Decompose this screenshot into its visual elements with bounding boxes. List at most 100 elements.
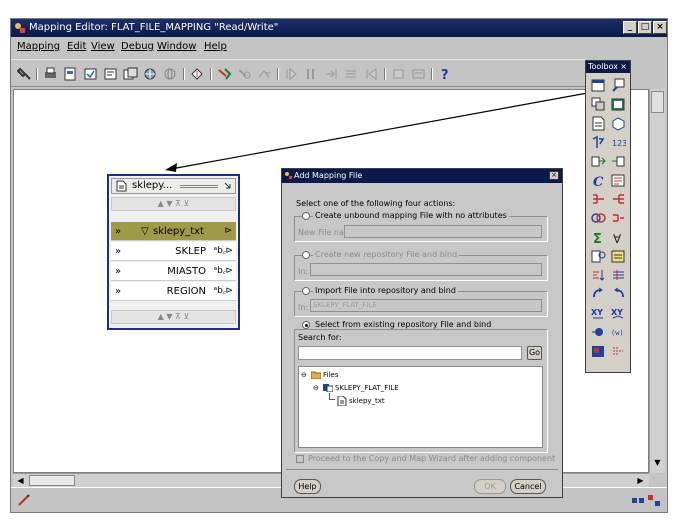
sorter-icon[interactable] (591, 268, 606, 283)
mapping-input-icon[interactable] (591, 154, 606, 169)
scroll-right-arrow-icon[interactable]: ▶ (635, 475, 646, 486)
auto-layout-icon[interactable] (217, 67, 232, 81)
operator-nav-top[interactable]: ▲ ▼ ⊼ ⊻ (111, 197, 236, 211)
proceed-checkbox[interactable] (296, 455, 304, 463)
toolbox-close-icon[interactable]: × (620, 61, 627, 73)
tree-collapse-icon[interactable]: ⊖ (301, 371, 307, 379)
tree-collapse-icon[interactable]: ⊖ (313, 384, 319, 392)
key-lookup-icon[interactable] (591, 249, 606, 264)
maximize-button[interactable]: □ (638, 21, 652, 34)
attribute-row[interactable]: » REGION ᵃb꜀ ⊳ (111, 282, 236, 301)
cancel-button[interactable]: Cancel (510, 479, 546, 494)
deploy-icon[interactable] (123, 67, 138, 81)
debug-stop-icon[interactable] (391, 67, 406, 81)
option1-radio[interactable] (302, 212, 310, 220)
match-merge-icon[interactable]: XY (611, 306, 626, 321)
file-tree[interactable]: ⊖ Files ⊖ SKLEPY_FLAT_FILE sklepy_txt (298, 366, 543, 448)
vertical-scroll-thumb[interactable] (651, 91, 664, 113)
table-operator-icon[interactable] (591, 78, 606, 93)
configure-icon[interactable] (143, 67, 158, 81)
ok-button[interactable]: OK (474, 479, 506, 494)
tree-node-files[interactable]: Files (323, 371, 338, 379)
constant-icon[interactable]: 123 (611, 135, 626, 150)
toolbar-separator (277, 68, 279, 80)
print-icon[interactable] (43, 67, 58, 81)
name-address-icon[interactable]: XY (591, 306, 606, 321)
aggregator-icon[interactable]: Σ (591, 230, 606, 245)
option4-radio[interactable] (302, 321, 310, 329)
horizontal-scroll-thumb[interactable] (29, 475, 75, 486)
scroll-down-arrow-icon[interactable]: ▼ (652, 457, 663, 469)
minimize-button[interactable]: _ (623, 21, 637, 34)
unpivot-icon[interactable] (591, 287, 606, 302)
attribute-row[interactable]: » MIASTO ᵃb꜀ ⊳ (111, 262, 236, 281)
group-collapse-icon[interactable]: ▽ (141, 222, 149, 241)
close-button[interactable]: × (653, 21, 667, 34)
joiner-icon[interactable] (591, 192, 606, 207)
sequence-icon[interactable] (591, 135, 606, 150)
menu-window[interactable]: Window (157, 41, 196, 52)
globe-icon[interactable] (163, 67, 178, 81)
validate-icon[interactable] (83, 67, 98, 81)
data-generator-icon[interactable] (611, 344, 626, 359)
varchar-type-icon: ᵃb꜀ (213, 286, 226, 296)
advanced-queue-icon[interactable] (591, 344, 606, 359)
help-icon[interactable]: ? (438, 67, 453, 81)
wrench-icon[interactable] (17, 67, 32, 81)
mapping-output-icon[interactable] (611, 154, 626, 169)
menu-edit[interactable]: Edit (67, 41, 86, 52)
zoom-icon[interactable] (237, 67, 252, 81)
option3-in-field[interactable]: SKLEPY_FLAT_FILE (310, 299, 542, 312)
dimension-icon[interactable] (611, 97, 626, 112)
debug-start-icon[interactable] (284, 67, 299, 81)
procedure-icon[interactable] (611, 173, 626, 188)
collapse-icon[interactable] (257, 67, 272, 81)
set-operation-icon[interactable] (591, 211, 606, 226)
search-input[interactable] (298, 346, 522, 360)
group-row-sklepy-txt[interactable]: » ▽ sklepy_txt ⊳ (111, 222, 236, 241)
go-button[interactable]: Go (527, 346, 542, 360)
pluggable-mapping-icon[interactable]: (w) (611, 325, 626, 340)
transformation-icon[interactable] (611, 287, 626, 302)
debug-pause-icon[interactable] (304, 67, 319, 81)
flat-file-icon[interactable] (591, 116, 606, 131)
operator-nav-bottom[interactable]: ▲ ▼ ⊼ ⊻ (111, 310, 236, 324)
generate-icon[interactable] (103, 67, 118, 81)
debug-step-icon[interactable] (324, 67, 339, 81)
deduplicator-icon[interactable] (611, 211, 626, 226)
attribute-row[interactable]: » SKLEP ᵃb꜀ ⊳ (111, 242, 236, 261)
properties-icon[interactable] (190, 67, 205, 81)
operator-header[interactable]: sklepy... (111, 178, 236, 194)
help-button[interactable]: Help (294, 479, 321, 494)
table-function-icon[interactable] (591, 325, 606, 340)
tree-node-sklepy-flat-file[interactable]: SKLEPY_FLAT_FILE (335, 384, 399, 392)
debug-watch-icon[interactable] (411, 67, 426, 81)
option2-in-field[interactable] (310, 263, 542, 276)
menu-debug[interactable]: Debug (121, 41, 154, 52)
operator-drag-handle[interactable] (180, 185, 218, 188)
option3-radio[interactable] (302, 287, 310, 295)
expression-icon[interactable] (611, 249, 626, 264)
dialog-close-button[interactable]: × (549, 171, 559, 180)
option2-radio[interactable] (302, 251, 310, 259)
splitter-icon[interactable] (611, 192, 626, 207)
new-file-name-input[interactable] (344, 225, 542, 238)
cube-icon[interactable] (611, 116, 626, 131)
vertical-scrollbar[interactable]: ▼ (649, 89, 665, 473)
page-setup-icon[interactable] (63, 67, 78, 81)
filter-icon[interactable]: ∀ (611, 230, 626, 245)
view-operator-icon[interactable] (611, 78, 626, 93)
debug-step-over-icon[interactable] (344, 67, 359, 81)
scroll-left-arrow-icon[interactable]: ◀ (15, 475, 26, 486)
pivot-icon[interactable] (611, 268, 626, 283)
function-icon[interactable]: C (591, 173, 606, 188)
menu-help[interactable]: Help (204, 41, 227, 52)
tree-connector (329, 393, 335, 400)
materialized-view-icon[interactable] (591, 97, 606, 112)
sklepy-operator[interactable]: sklepy... ▲ ▼ ⊼ ⊻ » ▽ sklepy_txt ⊳ » SKL… (107, 174, 240, 330)
menu-mapping[interactable]: Mapping (17, 41, 60, 52)
menu-view[interactable]: View (91, 41, 115, 52)
debug-rewind-icon[interactable] (364, 67, 379, 81)
tree-node-sklepy-txt[interactable]: sklepy_txt (349, 397, 385, 405)
minimize-icon[interactable] (223, 181, 233, 191)
